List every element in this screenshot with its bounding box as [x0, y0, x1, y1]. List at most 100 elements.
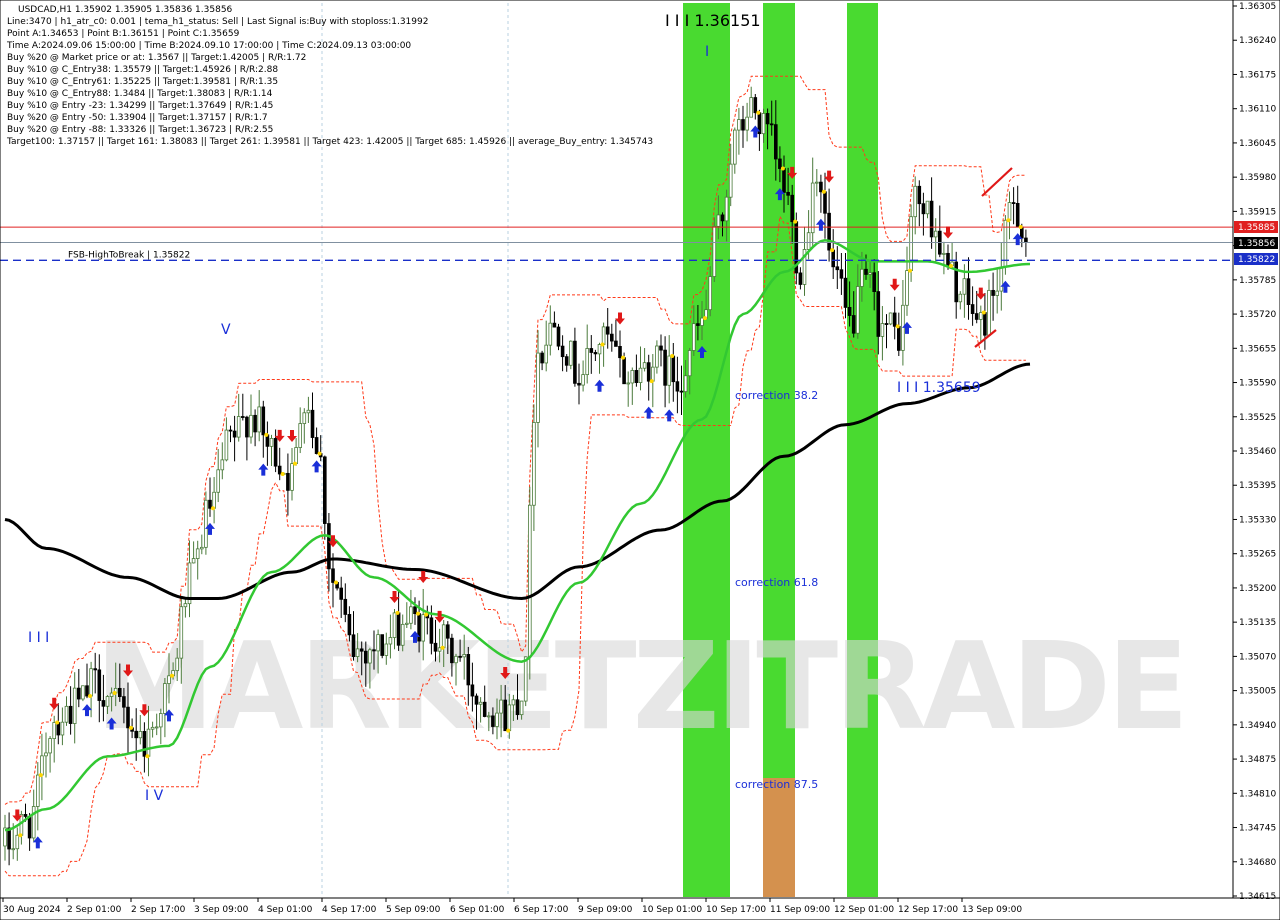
candle-body: [728, 163, 733, 198]
x-tick-label: 10 Sep 01:00: [642, 905, 702, 915]
candle-body: [491, 715, 495, 727]
x-tick-label: 3 Sep 09:00: [194, 905, 249, 915]
signal-star-icon: [908, 268, 912, 273]
candle-body: [474, 695, 479, 705]
candle-body: [663, 349, 667, 386]
candle-body: [679, 390, 684, 393]
signal-star-icon: [211, 506, 215, 511]
candle-body: [815, 181, 819, 184]
candle-body: [897, 325, 901, 351]
y-tick-label: 1.35395: [1239, 481, 1276, 491]
candle-body: [466, 654, 471, 686]
wave-label: V: [221, 322, 231, 338]
candle-body: [638, 367, 643, 383]
candle-body: [888, 312, 893, 325]
candle-body: [499, 699, 503, 714]
candle-body: [651, 366, 655, 382]
candle-body: [831, 249, 835, 268]
candle-body: [343, 598, 348, 615]
candle-body: [946, 252, 950, 267]
signal-star-icon: [780, 166, 785, 171]
candle-body: [208, 499, 212, 509]
candle-body: [564, 356, 569, 366]
candle-body: [11, 848, 16, 851]
price-badge-label: 1.35822: [1238, 255, 1275, 265]
candle-body: [204, 499, 208, 548]
candle-body: [667, 355, 671, 386]
candle-body: [581, 374, 585, 386]
candle-body: [138, 731, 143, 739]
candle-body: [769, 123, 774, 126]
candle-body: [979, 312, 983, 320]
candle-body: [339, 587, 343, 600]
candle-body: [929, 200, 934, 238]
candle-body: [761, 113, 766, 135]
candle-body: [77, 687, 81, 700]
signal-star-icon: [88, 694, 92, 699]
candle-body: [388, 637, 393, 645]
fsb-label: FSB-HighToBreak | 1.35822: [68, 250, 190, 260]
candle-body: [786, 191, 790, 196]
candle-body: [134, 730, 139, 739]
candle-body: [925, 200, 930, 215]
candle-body: [856, 286, 860, 334]
candle-body: [765, 113, 770, 125]
candle-body: [642, 362, 647, 369]
signal-star-icon: [506, 728, 511, 733]
candle-body: [220, 459, 225, 471]
signal-star-icon: [145, 754, 150, 759]
candle-body: [884, 323, 889, 325]
candle-body: [154, 726, 159, 729]
candle-body: [232, 430, 237, 438]
watermark-text: MARKETZITRADE: [95, 618, 1185, 757]
candle-body: [27, 816, 32, 839]
candle-body: [872, 272, 876, 292]
signal-star-icon: [280, 471, 285, 476]
y-tick-label: 1.35655: [1239, 344, 1276, 354]
candle-body: [970, 304, 975, 314]
wave-label: I I I: [28, 630, 49, 646]
candle-body: [605, 326, 610, 335]
candle-body: [778, 158, 782, 169]
info-line: Buy %10 @ C_Entry88: 1.3484 || Target:1.…: [7, 89, 273, 99]
signal-star-icon: [293, 461, 297, 466]
x-tick-label: 2 Sep 01:00: [67, 905, 122, 915]
candle-body: [363, 650, 368, 664]
signal-star-icon: [170, 673, 174, 678]
candle-body: [68, 705, 73, 724]
y-tick-label: 1.34745: [1239, 824, 1276, 834]
candle-body: [614, 340, 618, 347]
y-tick-label: 1.34875: [1239, 755, 1276, 765]
correction-label: correction 38.2: [735, 389, 818, 402]
candle-body: [482, 701, 487, 717]
candle-body: [864, 268, 868, 275]
candle-body: [810, 182, 815, 234]
candle-body: [659, 345, 663, 351]
candle-body: [905, 270, 909, 306]
info-line: Point A:1.34653 | Point B:1.36151 | Poin…: [7, 29, 240, 39]
signal-star-icon: [949, 263, 953, 268]
y-tick-label: 1.36240: [1239, 36, 1276, 46]
candle-body: [60, 721, 65, 736]
candle-body: [692, 323, 696, 351]
x-tick-label: 5 Sep 09:00: [386, 905, 441, 915]
candle-body: [179, 606, 184, 659]
candle-body: [93, 668, 98, 671]
y-tick-label: 1.36305: [1239, 2, 1276, 12]
candle-body: [655, 345, 659, 368]
x-tick-label: 6 Sep 01:00: [450, 905, 505, 915]
candle-body: [478, 701, 483, 705]
candle-body: [236, 416, 241, 438]
candle-body: [601, 326, 606, 345]
candle-body: [745, 116, 749, 131]
signal-star-icon: [756, 110, 761, 115]
candle-body: [44, 752, 48, 757]
candle-body: [286, 472, 290, 491]
point-b-label: I I I 1.36151: [665, 11, 761, 30]
candle-body: [195, 548, 200, 559]
y-tick-label: 1.35070: [1239, 652, 1276, 662]
candle-body: [384, 643, 389, 656]
candle-body: [216, 469, 221, 493]
signal-star-icon: [264, 432, 269, 437]
candle-body: [64, 705, 69, 723]
